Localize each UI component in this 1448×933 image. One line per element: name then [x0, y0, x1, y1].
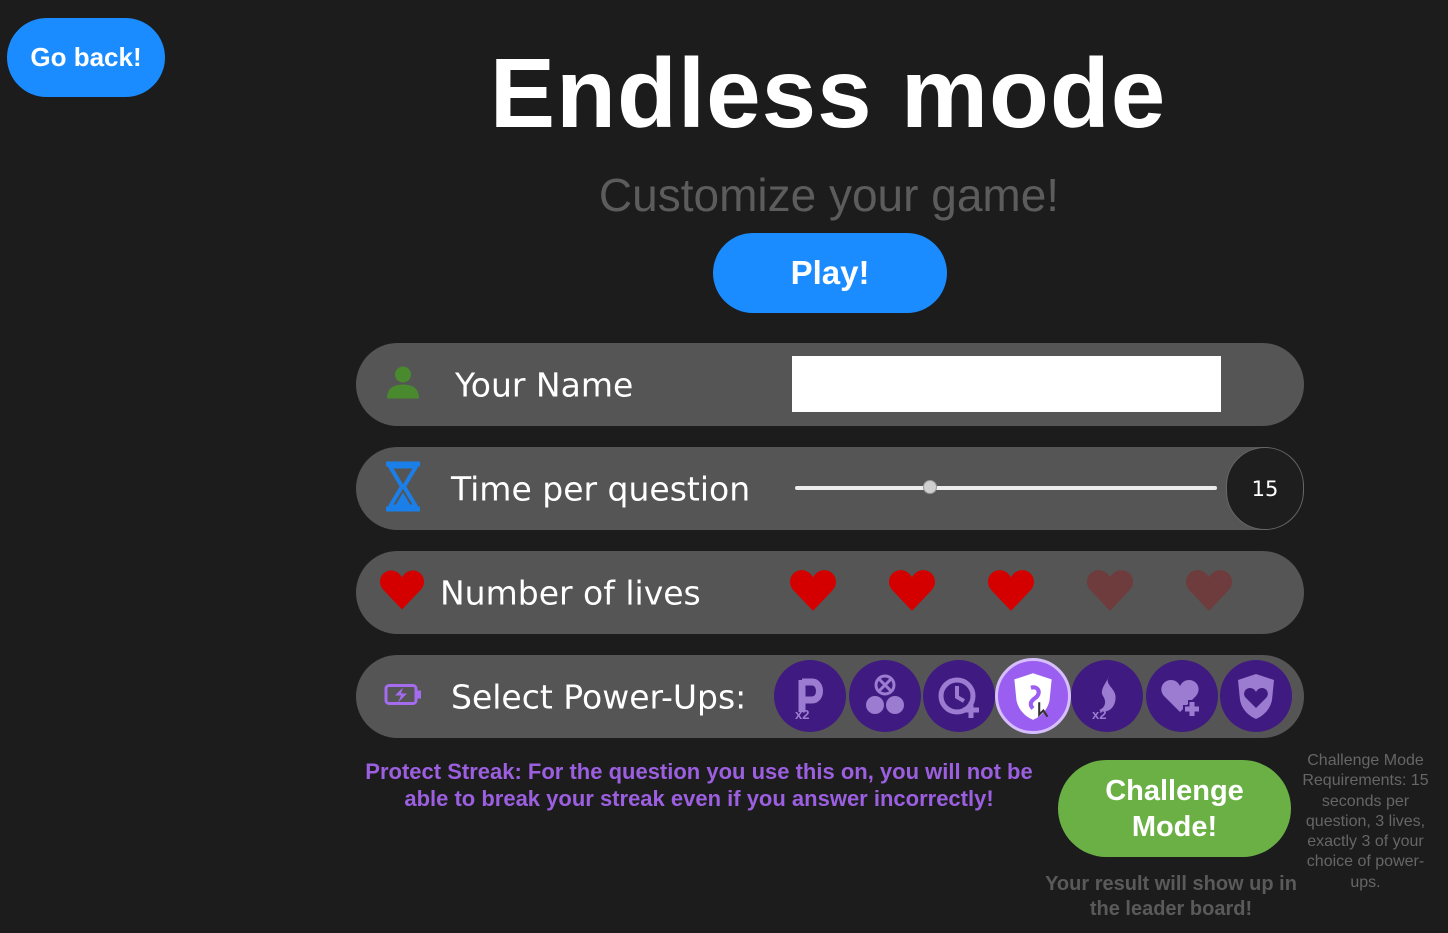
leaderboard-note: Your result will show up in the leader b…: [1045, 873, 1297, 920]
powerup-fifty-fifty[interactable]: [849, 660, 921, 732]
powerups-row: Select Power-Ups: x2 x2: [356, 655, 1304, 738]
double-points-icon: x2: [795, 678, 823, 722]
name-row: Your Name: [356, 343, 1304, 426]
time-row: Time per question 15: [356, 447, 1304, 530]
powerup-protect-streak[interactable]: [995, 658, 1071, 734]
powerup-double-streak[interactable]: x2: [1071, 660, 1143, 732]
name-input[interactable]: [792, 356, 1221, 412]
powerups-label: Select Power-Ups:: [451, 677, 747, 716]
page-subtitle: Customize your game!: [598, 169, 1060, 221]
protect-streak-icon: [1014, 673, 1052, 720]
powerup-extra-life[interactable]: [1146, 660, 1218, 732]
time-value: 15: [1226, 447, 1304, 530]
life-heart-1[interactable]: [789, 569, 837, 618]
name-label: Your Name: [455, 365, 634, 404]
life-heart-3[interactable]: [987, 569, 1035, 618]
challenge-mode-button[interactable]: Challenge Mode!: [1058, 760, 1291, 857]
heart-icon: [379, 569, 425, 616]
play-button[interactable]: Play!: [713, 233, 947, 313]
powerup-description: Protect Streak: For the question you use…: [365, 759, 1033, 811]
time-slider-thumb[interactable]: [923, 480, 938, 494]
powerup-double-points[interactable]: x2: [774, 660, 846, 732]
time-label: Time per question: [451, 469, 751, 508]
powerup-extra-time[interactable]: [923, 660, 995, 732]
time-slider[interactable]: [795, 486, 1217, 490]
life-heart-2[interactable]: [888, 569, 936, 618]
double-streak-icon: x2: [1092, 676, 1116, 722]
powerup-shield[interactable]: [1220, 660, 1292, 732]
extra-life-icon: [1161, 680, 1201, 718]
life-heart-4[interactable]: [1086, 569, 1134, 618]
user-icon: [385, 364, 421, 405]
lives-row: Number of lives: [356, 551, 1304, 634]
life-heart-5[interactable]: [1185, 569, 1233, 618]
shield-icon: [1238, 674, 1274, 719]
battery-charging-icon: [384, 682, 422, 711]
hourglass-icon: [384, 460, 422, 517]
challenge-requirements: Challenge Mode Requirements: 15 seconds …: [1302, 752, 1429, 891]
double-streak-badge: x2: [1092, 707, 1106, 722]
lives-label: Number of lives: [440, 573, 701, 612]
extra-time-icon: [938, 677, 979, 718]
page-title: Endless mode: [489, 38, 1167, 148]
double-points-badge: x2: [795, 707, 809, 722]
fifty-fifty-icon: [866, 674, 904, 714]
